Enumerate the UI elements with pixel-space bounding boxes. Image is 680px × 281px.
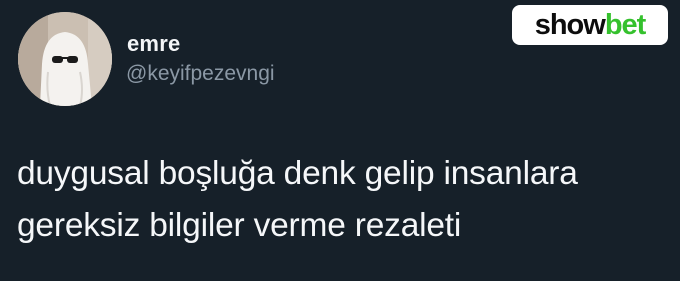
tweet-text-line: duygusal boşluğa denk gelip insanlara — [17, 155, 578, 192]
avatar[interactable] — [18, 12, 112, 106]
brand-text-bet: bet — [604, 8, 646, 41]
display-name[interactable]: emre — [127, 31, 180, 57]
ghost-with-sunglasses-icon — [18, 12, 112, 106]
tweet-text: duygusal boşluğa denk gelip insanlara ge… — [17, 148, 677, 252]
tweet-text-line: gereksiz bilgiler verme rezaleti — [17, 207, 462, 244]
user-handle[interactable]: @keyifpezevngi — [126, 62, 275, 86]
tweet-card: emre @keyifpezevngi show bet duygusal boş… — [0, 0, 680, 281]
brand-text-show: show — [534, 8, 606, 41]
brand-watermark: show bet — [512, 5, 668, 45]
